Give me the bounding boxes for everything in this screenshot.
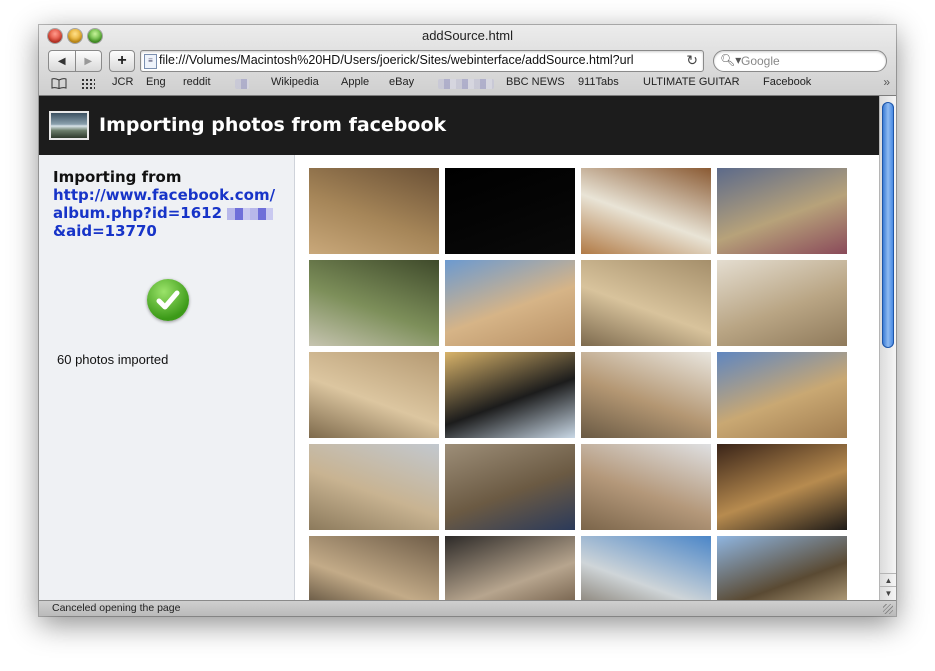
redacted-bookmark: [235, 79, 249, 89]
photo-thumbnail[interactable]: [445, 444, 575, 530]
redacted-id: [227, 207, 274, 220]
navigation-buttons: ◀ ▶: [48, 50, 102, 72]
bookmark-911tabs[interactable]: 911Tabs: [578, 76, 619, 88]
photo-logo-icon: [49, 111, 89, 140]
page-header: Importing photos from facebook: [39, 96, 879, 155]
forward-arrow-icon: ▶: [84, 55, 93, 67]
photo-thumbnail[interactable]: [445, 168, 575, 254]
status-bar: Canceled opening the page: [39, 600, 896, 616]
reload-icon[interactable]: ↻: [686, 52, 698, 69]
photo-thumbnail[interactable]: [581, 536, 711, 600]
top-sites-grid-icon[interactable]: [81, 78, 95, 89]
bookmark-ultimate-guitar[interactable]: ULTIMATE GUITAR: [643, 76, 740, 88]
vertical-scrollbar[interactable]: ▲ ▼: [879, 96, 896, 600]
window-title: addSource.html: [421, 28, 514, 43]
photo-thumbnail[interactable]: [445, 352, 575, 438]
address-input[interactable]: file:///Volumes/Macintosh%20HD/Users/joe…: [159, 53, 679, 67]
photo-thumbnail[interactable]: [309, 536, 439, 600]
scrollbar-thumb[interactable]: [882, 102, 894, 348]
importing-from-label: Importing from: [53, 168, 182, 186]
bookmarks-bar: JCR Eng reddit Wikipedia Apple eBay BBC …: [39, 75, 896, 93]
redacted-bookmark: [438, 79, 494, 89]
photo-thumbnail[interactable]: [581, 352, 711, 438]
search-field[interactable]: 🔍︎▾ Google: [713, 50, 887, 72]
photo-thumbnail[interactable]: [717, 168, 847, 254]
photo-thumbnail[interactable]: [581, 168, 711, 254]
scroll-down-arrow-icon[interactable]: ▼: [880, 586, 896, 600]
browser-toolbar: addSource.html ◀ ▶ + ≡ file:///Volumes/M…: [39, 25, 896, 96]
import-sidebar: Importing from http://www.facebook.com/a…: [39, 155, 295, 600]
photo-thumbnail[interactable]: [309, 260, 439, 346]
bookmark-bbc-news[interactable]: BBC NEWS: [506, 76, 565, 88]
address-bar[interactable]: ≡ file:///Volumes/Macintosh%20HD/Users/j…: [140, 50, 704, 72]
photo-thumbnail[interactable]: [309, 168, 439, 254]
page-icon: ≡: [144, 54, 157, 69]
more-bookmarks-icon[interactable]: »: [883, 75, 890, 89]
photos-imported-count: 60 photos imported: [57, 352, 169, 367]
photo-thumbnail[interactable]: [581, 260, 711, 346]
page-title: Importing photos from facebook: [99, 114, 447, 136]
photo-thumbnail[interactable]: [309, 444, 439, 530]
status-text: Canceled opening the page: [52, 602, 181, 614]
checkmark-icon: [147, 279, 189, 321]
search-icon: 🔍︎▾: [720, 53, 742, 67]
forward-button[interactable]: ▶: [74, 51, 102, 71]
bookmark-jcr[interactable]: JCR: [112, 76, 133, 88]
photo-thumbnail[interactable]: [445, 536, 575, 600]
photo-thumbnail[interactable]: [717, 536, 847, 600]
search-placeholder: Google: [741, 54, 780, 68]
bookmark-ebay[interactable]: eBay: [389, 76, 414, 88]
photo-thumbnail[interactable]: [717, 444, 847, 530]
bookmark-wikipedia[interactable]: Wikipedia: [271, 76, 319, 88]
photo-thumbnail[interactable]: [309, 352, 439, 438]
resize-grip-icon[interactable]: [883, 604, 893, 614]
photo-thumbnail[interactable]: [581, 444, 711, 530]
bookmark-eng[interactable]: Eng: [146, 76, 166, 88]
scroll-up-arrow-icon[interactable]: ▲: [880, 573, 896, 587]
album-link[interactable]: http://www.facebook.com/album.php?id=161…: [53, 186, 285, 240]
photo-thumbnail[interactable]: [445, 260, 575, 346]
add-bookmark-button[interactable]: +: [109, 50, 135, 72]
page-content: Importing photos from facebook Importing…: [39, 96, 879, 600]
back-arrow-icon: ◀: [57, 55, 66, 67]
bookmark-reddit[interactable]: reddit: [183, 76, 211, 88]
browser-window: addSource.html ◀ ▶ + ≡ file:///Volumes/M…: [39, 25, 896, 616]
album-link-part2: &aid=13770: [53, 222, 157, 240]
photo-thumbnail[interactable]: [717, 260, 847, 346]
open-book-icon[interactable]: [51, 78, 67, 89]
back-button[interactable]: ◀: [49, 51, 75, 71]
photo-thumbnail[interactable]: [717, 352, 847, 438]
bookmark-facebook[interactable]: Facebook: [763, 76, 811, 88]
bookmark-apple[interactable]: Apple: [341, 76, 369, 88]
